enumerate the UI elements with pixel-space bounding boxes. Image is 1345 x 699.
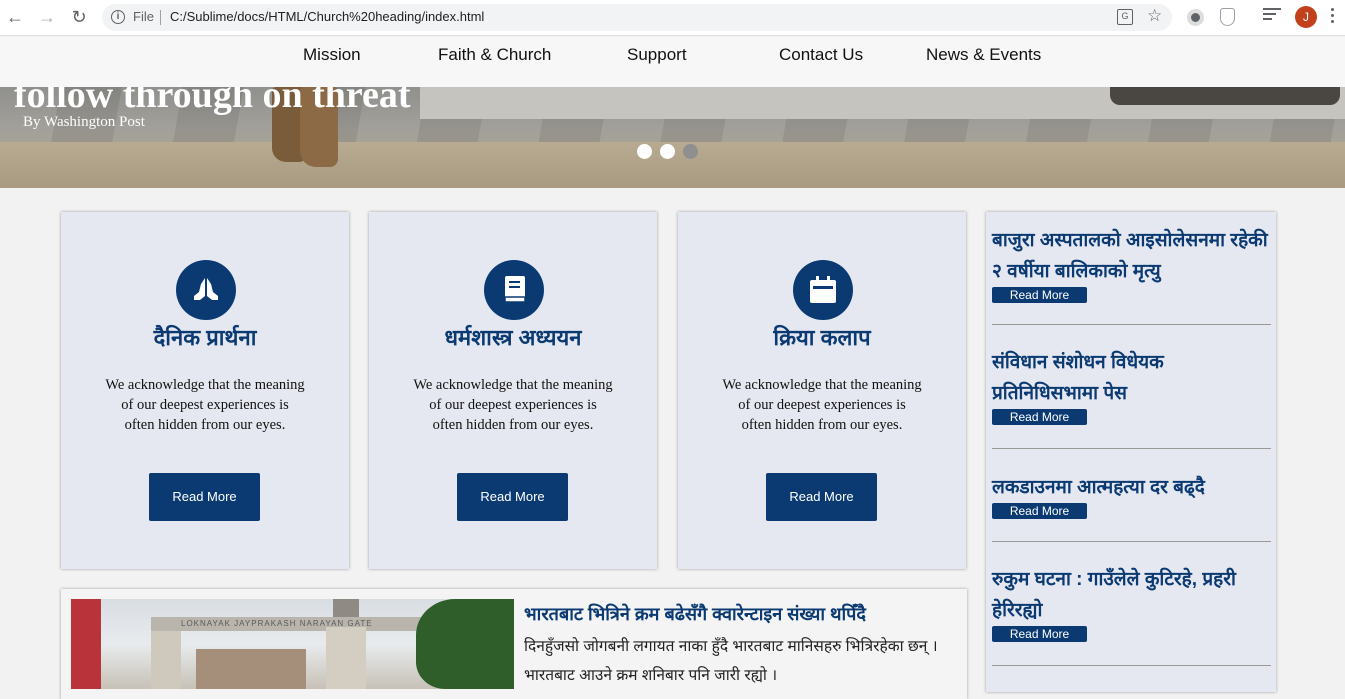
news-sidebar: बाजुरा अस्पतालको आइसोलेसनमा रहेकी २ वर्ष… <box>986 212 1276 692</box>
featured-article: LOKNAYAK JAYPRAKASH NARAYAN GATE भारतबाट… <box>61 589 967 699</box>
read-more-button[interactable]: Read More <box>457 473 568 521</box>
divider <box>992 324 1271 325</box>
card-body: We acknowledge that the meaning of our d… <box>413 377 613 433</box>
praying-hands-icon <box>171 260 241 320</box>
article-text: दिनहुँजसो जोगबनी लगायत नाका हुँदै भारतबा… <box>524 638 938 684</box>
news-title[interactable]: बाजुरा अस्पतालको आइसोलेसनमा रहेकी २ वर्ष… <box>992 225 1271 287</box>
feature-card-scripture: धर्मशास्त्र अध्ययन We acknowledge that t… <box>369 212 657 569</box>
card-title: दैनिक प्रार्थना <box>153 325 257 350</box>
nav-faith-church[interactable]: Faith & Church <box>438 45 551 65</box>
back-icon[interactable]: ← <box>5 7 25 27</box>
browser-toolbar: ← → ↻ i File C:/Sublime/docs/HTML/Church… <box>0 0 1345 36</box>
card-body: We acknowledge that the meaning of our d… <box>722 377 922 433</box>
news-title[interactable]: रुकुम घटना : गाउँलेले कुटिरहे, प्रहरी हे… <box>992 564 1271 626</box>
site-info-icon[interactable]: i <box>111 10 125 24</box>
divider <box>992 448 1271 449</box>
hero-image-gear <box>1110 87 1340 105</box>
calendar-icon <box>788 260 858 320</box>
news-item: संविधान संशोधन विधेयक प्रतिनिधिसभामा पेस… <box>992 347 1271 425</box>
nav-support[interactable]: Support <box>627 45 687 65</box>
hero-carousel[interactable]: follow through on threat By Washington P… <box>0 87 1345 188</box>
news-item: लकडाउनमा आत्महत्या दर बढ्दै Read More <box>992 472 1271 519</box>
news-item: बाजुरा अस्पतालको आइसोलेसनमा रहेकी २ वर्ष… <box>992 225 1271 303</box>
nav-mission[interactable]: Mission <box>303 45 361 65</box>
translate-icon[interactable]: G <box>1117 9 1133 25</box>
reload-icon[interactable]: ↻ <box>69 7 89 27</box>
article-title[interactable]: भारतबाट भित्रिने क्रम बढेसँगै क्वारेन्टा… <box>524 602 866 626</box>
nav-contact-us[interactable]: Contact Us <box>779 45 863 65</box>
feature-card-prayer: दैनिक प्रार्थना We acknowledge that the … <box>61 212 349 569</box>
read-more-button[interactable]: Read More <box>149 473 260 521</box>
carousel-dot-2[interactable] <box>660 144 675 159</box>
hero-headline[interactable]: follow through on threat <box>14 87 411 117</box>
omnibox-separator <box>160 10 161 25</box>
article-photo[interactable]: LOKNAYAK JAYPRAKASH NARAYAN GATE <box>71 599 514 689</box>
feature-card-activities: क्रिया कलाप We acknowledge that the mean… <box>678 212 966 569</box>
address-bar[interactable]: i File C:/Sublime/docs/HTML/Church%20hea… <box>102 4 1172 31</box>
carousel-dot-3[interactable] <box>683 144 698 159</box>
read-more-button[interactable]: Read More <box>992 626 1087 642</box>
extension-shield-icon[interactable] <box>1220 8 1235 26</box>
read-more-button[interactable]: Read More <box>766 473 877 521</box>
menu-kebab-icon[interactable] <box>1331 8 1335 26</box>
carousel-dot-1[interactable] <box>637 144 652 159</box>
site-nav: Mission Faith & Church Support Contact U… <box>0 37 1345 87</box>
read-more-button[interactable]: Read More <box>992 409 1087 425</box>
media-queue-icon[interactable] <box>1263 8 1281 26</box>
book-icon <box>479 260 549 320</box>
news-title[interactable]: लकडाउनमा आत्महत्या दर बढ्दै <box>992 472 1271 503</box>
news-item: रुकुम घटना : गाउँलेले कुटिरहे, प्रहरी हे… <box>992 564 1271 642</box>
news-title[interactable]: संविधान संशोधन विधेयक प्रतिनिधिसभामा पेस <box>992 347 1271 409</box>
hero-byline: By Washington Post <box>23 114 145 130</box>
read-more-button[interactable]: Read More <box>992 503 1087 519</box>
forward-icon[interactable]: → <box>37 7 57 27</box>
extension-circle-icon[interactable] <box>1187 9 1204 26</box>
read-more-button[interactable]: Read More <box>992 287 1087 303</box>
url-text[interactable]: C:/Sublime/docs/HTML/Church%20heading/in… <box>170 9 484 24</box>
profile-avatar[interactable]: J <box>1295 6 1317 28</box>
card-title: धर्मशास्त्र अध्ययन <box>444 325 582 350</box>
divider <box>992 665 1271 666</box>
card-body: We acknowledge that the meaning of our d… <box>105 377 305 433</box>
divider <box>992 541 1271 542</box>
card-title: क्रिया कलाप <box>773 325 871 350</box>
file-label: File <box>133 9 154 24</box>
bookmark-star-icon[interactable]: ☆ <box>1147 6 1162 26</box>
nav-news-events[interactable]: News & Events <box>926 45 1041 65</box>
